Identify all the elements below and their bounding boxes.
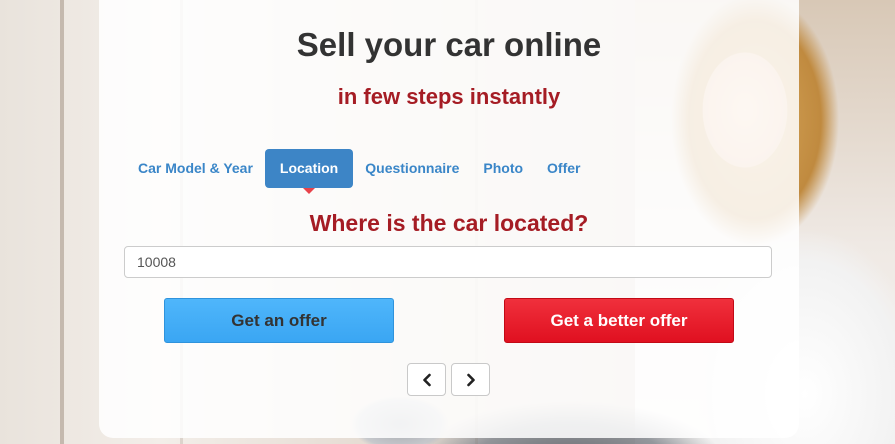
step-tabs: Car Model & Year Location Questionnaire … bbox=[126, 149, 593, 194]
tab-car-model-year[interactable]: Car Model & Year bbox=[126, 149, 265, 188]
tab-photo[interactable]: Photo bbox=[471, 149, 535, 188]
tab-location[interactable]: Location bbox=[264, 149, 354, 194]
tab-offer[interactable]: Offer bbox=[535, 149, 592, 188]
get-better-offer-button[interactable]: Get a better offer bbox=[504, 298, 734, 343]
page-subtitle: in few steps instantly bbox=[337, 84, 561, 109]
chevron-right-icon bbox=[466, 373, 475, 386]
get-offer-button[interactable]: Get an offer bbox=[164, 298, 394, 343]
location-input[interactable] bbox=[124, 246, 772, 278]
step-question: Where is the car located? bbox=[309, 210, 589, 236]
page-title: Sell your car online bbox=[296, 26, 602, 63]
previous-step-button[interactable] bbox=[407, 363, 446, 396]
sell-car-panel: Sell your car online in few steps instan… bbox=[99, 0, 799, 438]
chevron-left-icon bbox=[422, 373, 431, 386]
next-step-button[interactable] bbox=[451, 363, 490, 396]
tab-questionnaire[interactable]: Questionnaire bbox=[353, 149, 471, 188]
